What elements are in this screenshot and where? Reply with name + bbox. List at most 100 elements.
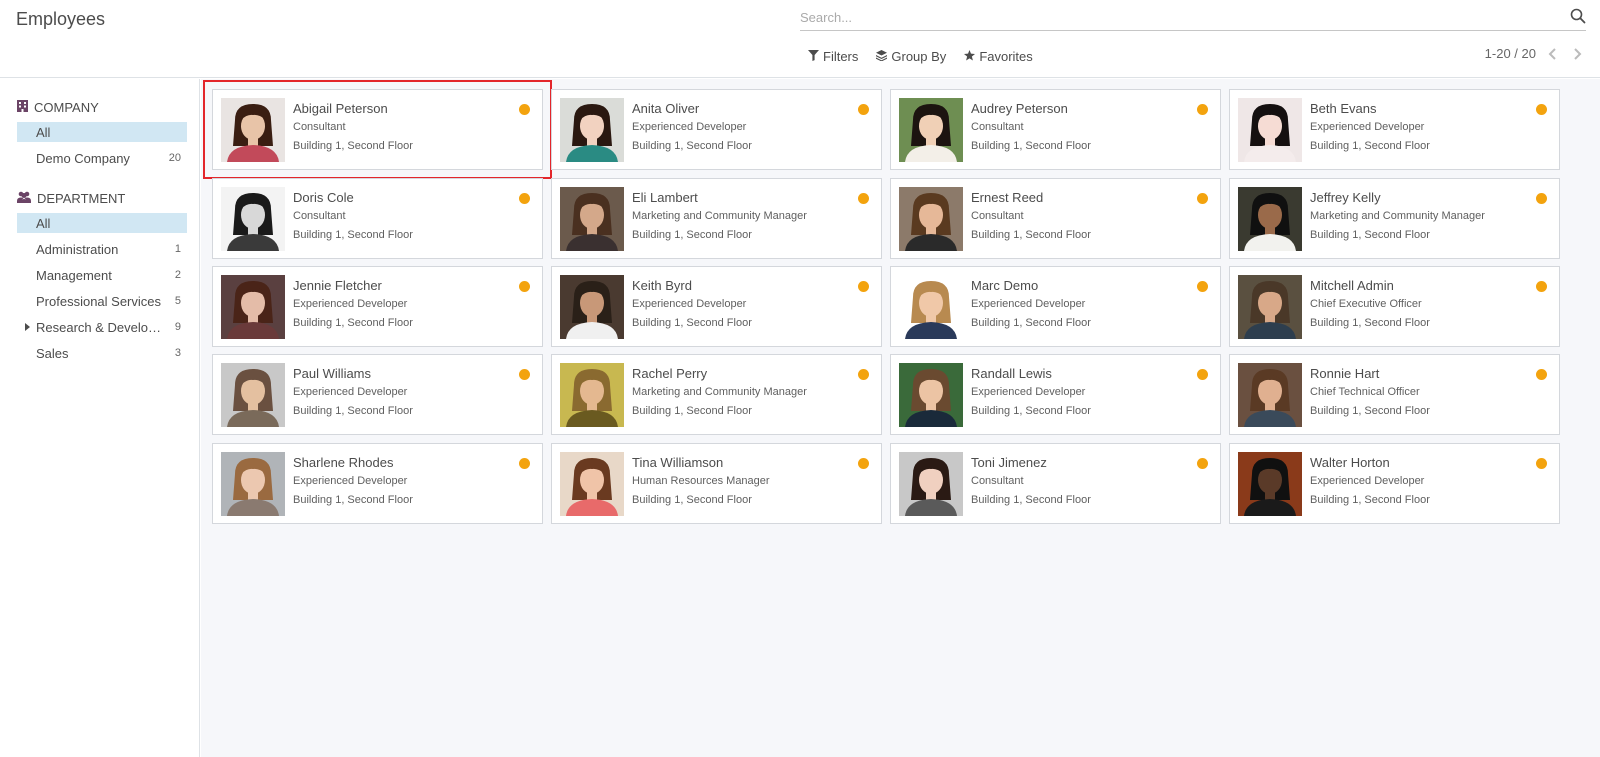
employee-name: Paul Williams	[293, 366, 372, 381]
avatar[interactable]	[899, 452, 963, 516]
presence-status-icon	[858, 281, 869, 292]
filter-item-label: Sales	[36, 345, 69, 361]
avatar[interactable]	[221, 275, 285, 339]
presence-status-icon	[519, 281, 530, 292]
employee-name: Doris Cole	[293, 190, 354, 205]
employee-card-ronnie-hart[interactable]: Ronnie Hart Chief Technical Officer Buildi…	[1229, 354, 1560, 435]
avatar[interactable]	[899, 275, 963, 339]
favorites-button[interactable]: Favorites	[964, 46, 1042, 66]
avatar[interactable]	[560, 275, 624, 339]
search-input[interactable]	[800, 7, 1540, 27]
department-header-label: DEPARTMENT	[37, 190, 126, 206]
employee-name: Ernest Reed	[971, 190, 1044, 205]
employee-location: Building 1, Second Floor	[1310, 140, 1430, 152]
avatar[interactable]	[560, 98, 624, 162]
employee-job-title: Experienced Developer	[971, 298, 1086, 310]
avatar[interactable]	[1238, 363, 1302, 427]
filter-item-label: Administration	[36, 241, 119, 257]
employee-name: Abigail Peterson	[293, 101, 388, 116]
search-box	[800, 5, 1586, 31]
employee-name: Ronnie Hart	[1310, 366, 1380, 381]
avatar[interactable]	[1238, 452, 1302, 516]
employee-kanban: Abigail Peterson Consultant Building 1, Se…	[201, 79, 1600, 757]
employee-card-eli-lambert[interactable]: Eli Lambert Marketing and Community Manag…	[551, 178, 882, 259]
employee-location: Building 1, Second Floor	[293, 317, 413, 329]
employee-card-marc-demo[interactable]: Marc Demo Experienced Developer Building 1…	[890, 266, 1221, 347]
employee-card-jennie-fletcher[interactable]: Jennie Fletcher Experienced Developer Buil…	[212, 266, 543, 347]
employee-card-rachel-perry[interactable]: Rachel Perry Marketing and Community Mana…	[551, 354, 882, 435]
avatar[interactable]	[899, 187, 963, 251]
avatar[interactable]	[221, 452, 285, 516]
employee-job-title: Consultant	[971, 210, 1024, 222]
filter-item-management[interactable]: Management 2	[17, 265, 187, 285]
filter-item-all[interactable]: All	[17, 213, 187, 233]
presence-status-icon	[519, 104, 530, 115]
employee-job-title: Experienced Developer	[632, 298, 747, 310]
employee-name: Jeffrey Kelly	[1310, 190, 1381, 205]
filter-item-sales[interactable]: Sales 3	[17, 343, 187, 363]
employee-job-title: Experienced Developer	[1310, 475, 1425, 487]
filter-item-label: All	[36, 124, 51, 140]
avatar[interactable]	[221, 187, 285, 251]
department-section: DEPARTMENT All Administration 1 Management 2…	[0, 188, 199, 363]
company-header-label: COMPANY	[34, 99, 99, 115]
group-by-button[interactable]: Group By	[876, 46, 956, 66]
filter-item-count: 3	[174, 347, 181, 359]
avatar[interactable]	[1238, 98, 1302, 162]
employee-card-beth-evans[interactable]: Beth Evans Experienced Developer Building …	[1229, 89, 1560, 170]
presence-status-icon	[519, 193, 530, 204]
filters-label: Filters	[823, 48, 859, 64]
employee-card-anita-oliver[interactable]: Anita Oliver Experienced Developer Buildin…	[551, 89, 882, 170]
avatar[interactable]	[221, 98, 285, 162]
search-icon[interactable]	[1570, 8, 1586, 24]
employee-location: Building 1, Second Floor	[1310, 494, 1430, 506]
pager: 1-20 / 20	[1485, 46, 1584, 61]
filters-button[interactable]: Filters	[808, 46, 868, 66]
employee-job-title: Marketing and Community Manager	[632, 210, 807, 222]
employee-card-ernest-reed[interactable]: Ernest Reed Consultant Building 1, Second …	[890, 178, 1221, 259]
avatar[interactable]	[560, 363, 624, 427]
filter-item-research-and-development[interactable]: Research & Development 9	[17, 317, 187, 337]
presence-status-icon	[858, 369, 869, 380]
avatar[interactable]	[560, 452, 624, 516]
chevron-left-icon[interactable]	[1546, 47, 1560, 61]
page-title: Employees	[16, 9, 106, 29]
employee-card-abigail-peterson[interactable]: Abigail Peterson Consultant Building 1, Se…	[203, 80, 552, 179]
employee-card-doris-cole[interactable]: Doris Cole Consultant Building 1, Second F…	[212, 178, 543, 259]
employee-name: Walter Horton	[1310, 455, 1390, 470]
employee-location: Building 1, Second Floor	[971, 317, 1091, 329]
employee-card-paul-williams[interactable]: Paul Williams Experienced Developer Buildi…	[212, 354, 543, 435]
filter-item-professional-services[interactable]: Professional Services 5	[17, 291, 187, 311]
presence-status-icon	[519, 369, 530, 380]
employee-location: Building 1, Second Floor	[293, 405, 413, 417]
employee-card-tina-williamson[interactable]: Tina Williamson Human Resources Manager Bu…	[551, 443, 882, 524]
filter-item-count: 20	[168, 152, 181, 164]
employee-card-toni-jimenez[interactable]: Toni Jimenez Consultant Building 1, Second…	[890, 443, 1221, 524]
filter-item-administration[interactable]: Administration 1	[17, 239, 187, 259]
pager-value[interactable]: 1-20 / 20	[1485, 46, 1536, 61]
presence-status-icon	[1536, 458, 1547, 469]
caret-right-icon[interactable]	[25, 323, 30, 331]
employee-card-jeffrey-kelly[interactable]: Jeffrey Kelly Marketing and Community Man…	[1229, 178, 1560, 259]
employee-card-randall-lewis[interactable]: Randall Lewis Experienced Developer Buildi…	[890, 354, 1221, 435]
chevron-right-icon[interactable]	[1570, 47, 1584, 61]
employee-card-walter-horton[interactable]: Walter Horton Experienced Developer Buildi…	[1229, 443, 1560, 524]
employee-card-keith-byrd[interactable]: Keith Byrd Experienced Developer Building …	[551, 266, 882, 347]
users-icon	[17, 191, 31, 206]
avatar[interactable]	[899, 98, 963, 162]
employee-card-sharlene-rhodes[interactable]: Sharlene Rhodes Experienced Developer Buil…	[212, 443, 543, 524]
avatar[interactable]	[221, 363, 285, 427]
filter-item-all[interactable]: All	[17, 122, 187, 142]
search-options: Filters Group By Favorites	[808, 46, 1051, 66]
employee-card-mitchell-admin[interactable]: Mitchell Admin Chief Executive Officer Bui…	[1229, 266, 1560, 347]
employee-job-title: Consultant	[971, 475, 1024, 487]
employee-card-audrey-peterson[interactable]: Audrey Peterson Consultant Building 1, Sec…	[890, 89, 1221, 170]
presence-status-icon	[858, 193, 869, 204]
avatar[interactable]	[560, 187, 624, 251]
filter-item-demo-company[interactable]: Demo Company 20	[17, 148, 187, 168]
employee-job-title: Experienced Developer	[293, 386, 408, 398]
avatar[interactable]	[899, 363, 963, 427]
employee-name: Jennie Fletcher	[293, 278, 382, 293]
avatar[interactable]	[1238, 275, 1302, 339]
avatar[interactable]	[1238, 187, 1302, 251]
